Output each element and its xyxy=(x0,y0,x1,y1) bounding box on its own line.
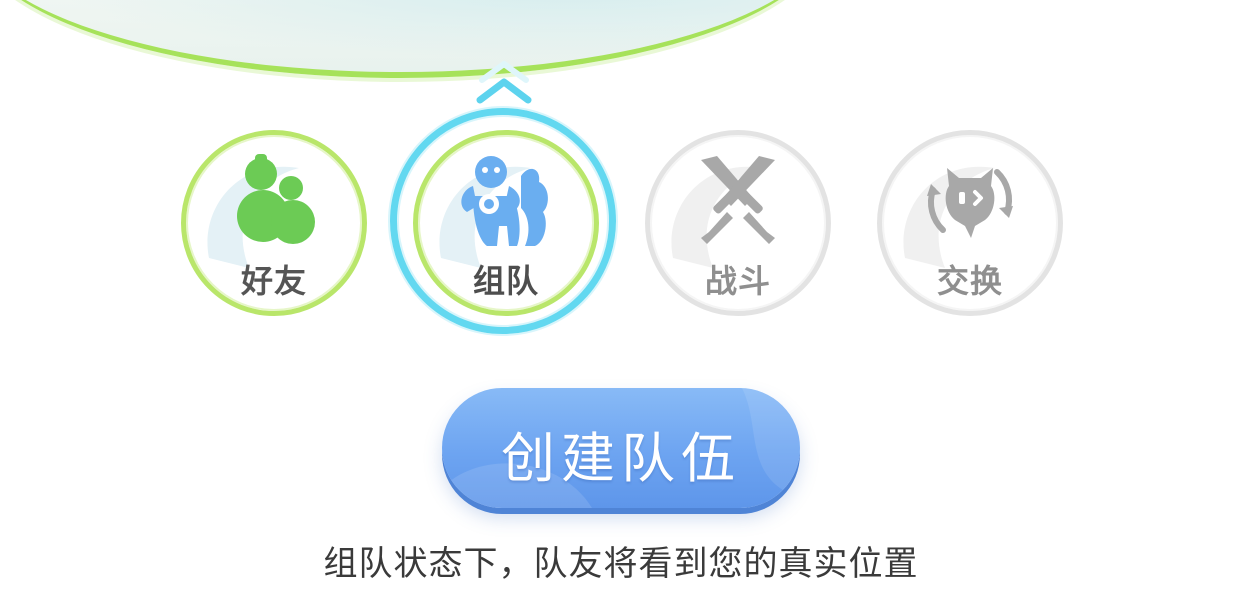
expand-up-chevron-icon[interactable] xyxy=(474,58,534,108)
team-location-hint: 组队状态下，队友将看到您的真实位置 xyxy=(323,544,919,584)
feature-team-button[interactable]: 组队 xyxy=(413,130,599,316)
feature-battle-button[interactable]: 战斗 xyxy=(645,130,831,316)
team-panel: 好友 组队 战斗 交换 创建队伍 组队状态下，队友将看到您的真实位置 xyxy=(0,0,1242,598)
create-team-button-label: 创建队伍 xyxy=(501,427,741,490)
feature-team-label: 组队 xyxy=(472,262,539,300)
top-panel-arc-glow xyxy=(0,0,830,72)
crossed-swords-icon xyxy=(701,156,775,244)
feature-friends-label: 好友 xyxy=(240,262,307,300)
gourd-icon xyxy=(237,154,315,244)
feature-battle-label: 战斗 xyxy=(704,262,771,300)
feature-exchange-label: 交换 xyxy=(936,262,1003,300)
team-pet-icon xyxy=(461,156,548,246)
feature-friends-button[interactable]: 好友 xyxy=(181,130,367,316)
top-panel-arc xyxy=(0,0,830,78)
feature-exchange-button[interactable]: 交换 xyxy=(877,130,1063,316)
exchange-cycle-icon xyxy=(927,168,1013,238)
create-team-button[interactable]: 创建队伍 xyxy=(442,388,800,508)
